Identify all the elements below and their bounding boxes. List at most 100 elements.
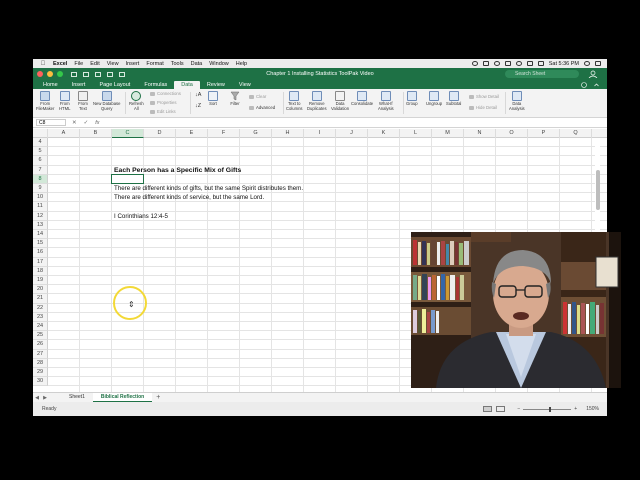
- tab-page-layout[interactable]: Page Layout: [92, 81, 137, 89]
- row-header-20[interactable]: 20: [33, 285, 48, 295]
- column-header-e[interactable]: E: [176, 129, 208, 138]
- clock[interactable]: Sat 5:36 PM: [549, 61, 579, 67]
- user-icon[interactable]: [587, 70, 599, 78]
- row-header-29[interactable]: 29: [33, 368, 48, 378]
- menu-file[interactable]: File: [74, 61, 83, 67]
- sheet-tab-sheet1[interactable]: Sheet1: [61, 393, 93, 402]
- row-header-8[interactable]: 8: [33, 174, 48, 184]
- group-button[interactable]: Group: [406, 91, 418, 107]
- row-header-23[interactable]: 23: [33, 312, 48, 322]
- from-html-button[interactable]: From HTML: [59, 91, 70, 111]
- column-header-k[interactable]: K: [368, 129, 400, 138]
- record-icon[interactable]: [471, 61, 478, 66]
- consolidate-button[interactable]: Consolidate: [351, 91, 373, 107]
- remove-duplicates-button[interactable]: Remove Duplicates: [307, 91, 327, 111]
- column-header-n[interactable]: N: [464, 129, 496, 138]
- row-header-15[interactable]: 15: [33, 239, 48, 249]
- hide-detail-button[interactable]: Hide Detail: [469, 105, 497, 110]
- zoom-in-icon[interactable]: +: [574, 406, 577, 412]
- volume-icon[interactable]: [526, 61, 533, 66]
- menu-data[interactable]: Data: [191, 61, 203, 67]
- column-header-g[interactable]: G: [240, 129, 272, 138]
- row-header-18[interactable]: 18: [33, 266, 48, 276]
- zoom-slider-knob[interactable]: [549, 406, 552, 412]
- menu-insert[interactable]: Insert: [126, 61, 140, 67]
- row-header-7[interactable]: 7: [33, 165, 48, 175]
- next-sheet-icon[interactable]: ▶: [41, 395, 49, 401]
- zoom-out-icon[interactable]: −: [517, 406, 520, 412]
- tab-review[interactable]: Review: [200, 81, 232, 89]
- column-header-o[interactable]: O: [496, 129, 528, 138]
- row-header-12[interactable]: 12: [33, 211, 48, 221]
- screen-icon[interactable]: [482, 61, 489, 66]
- row-header-5[interactable]: 5: [33, 147, 48, 157]
- row-header-16[interactable]: 16: [33, 248, 48, 258]
- cell-verse-line-2[interactable]: There are different kinds of service, bu…: [114, 193, 264, 202]
- selected-cell[interactable]: [111, 173, 144, 184]
- battery-icon[interactable]: [537, 61, 544, 66]
- clear-button[interactable]: Clear: [249, 94, 266, 99]
- row-header-22[interactable]: 22: [33, 303, 48, 313]
- row-header-6[interactable]: 6: [33, 156, 48, 166]
- from-text-button[interactable]: From Text: [78, 91, 88, 111]
- subtotal-button[interactable]: Subtotal: [446, 91, 461, 107]
- column-header-d[interactable]: D: [144, 129, 176, 138]
- row-header-30[interactable]: 30: [33, 377, 48, 387]
- cell-reference[interactable]: I Corinthians 12:4-5: [114, 212, 168, 221]
- chevron-up-icon[interactable]: [594, 83, 599, 87]
- cell-title[interactable]: Each Person has a Specific Mix of Gifts: [114, 166, 241, 175]
- column-header-h[interactable]: H: [272, 129, 304, 138]
- row-header-9[interactable]: 9: [33, 184, 48, 194]
- tab-view[interactable]: View: [232, 81, 258, 89]
- sort-za-icon[interactable]: ↓Z: [195, 103, 201, 109]
- filter-button[interactable]: Filter: [230, 91, 240, 107]
- zoom-slider[interactable]: [523, 406, 572, 412]
- menu-format[interactable]: Format: [146, 61, 163, 67]
- row-header-25[interactable]: 25: [33, 331, 48, 341]
- column-header-j[interactable]: J: [336, 129, 368, 138]
- sort-az-icon[interactable]: ↓A: [195, 92, 201, 98]
- cell-verse-line-1[interactable]: There are different kinds of gifts, but …: [114, 184, 303, 193]
- row-header-14[interactable]: 14: [33, 230, 48, 240]
- row-header-21[interactable]: 21: [33, 294, 48, 304]
- column-header-l[interactable]: L: [400, 129, 432, 138]
- wifi-icon[interactable]: [515, 61, 522, 66]
- data-validation-button[interactable]: Data Validation: [331, 91, 349, 111]
- column-header-c[interactable]: C: [112, 129, 144, 138]
- row-header-17[interactable]: 17: [33, 257, 48, 267]
- menu-tools[interactable]: Tools: [171, 61, 184, 67]
- search-sheet-input[interactable]: Search Sheet: [505, 70, 579, 78]
- spotlight-icon[interactable]: [584, 61, 590, 66]
- row-header-11[interactable]: 11: [33, 202, 48, 212]
- column-header-m[interactable]: M: [432, 129, 464, 138]
- sort-button[interactable]: Sort: [208, 91, 218, 107]
- from-filemaker-button[interactable]: From FileMaker: [36, 91, 54, 111]
- row-header-24[interactable]: 24: [33, 322, 48, 332]
- row-header-10[interactable]: 10: [33, 193, 48, 203]
- menu-edit[interactable]: Edit: [90, 61, 99, 67]
- fx-icon[interactable]: fx: [95, 120, 99, 126]
- enter-icon[interactable]: ✓: [84, 120, 89, 126]
- prev-sheet-icon[interactable]: ◀: [33, 395, 41, 401]
- refresh-all-button[interactable]: Refresh All: [129, 91, 144, 111]
- row-header-4[interactable]: 4: [33, 138, 48, 148]
- bluetooth-icon[interactable]: [504, 61, 511, 66]
- row-header-28[interactable]: 28: [33, 358, 48, 368]
- tab-formulas[interactable]: Formulas: [137, 81, 174, 89]
- ungroup-button[interactable]: Ungroup: [426, 91, 442, 107]
- select-all-corner[interactable]: [33, 129, 48, 138]
- column-header-i[interactable]: I: [304, 129, 336, 138]
- sheet-tab-biblical-reflection[interactable]: Biblical Reflection: [92, 393, 153, 402]
- connections-button[interactable]: Connections: [150, 91, 181, 96]
- row-header-27[interactable]: 27: [33, 349, 48, 359]
- apple-icon[interactable]: : [39, 60, 47, 67]
- column-header-f[interactable]: F: [208, 129, 240, 138]
- name-box[interactable]: C8: [36, 119, 66, 126]
- formula-input[interactable]: [106, 119, 608, 126]
- tab-insert[interactable]: Insert: [65, 81, 93, 89]
- new-database-query-button[interactable]: New Database Query: [93, 91, 120, 111]
- tab-data[interactable]: Data: [174, 81, 200, 89]
- text-to-columns-button[interactable]: Text to Columns: [286, 91, 303, 111]
- cancel-icon[interactable]: ✕: [72, 120, 77, 126]
- menu-view[interactable]: View: [107, 61, 119, 67]
